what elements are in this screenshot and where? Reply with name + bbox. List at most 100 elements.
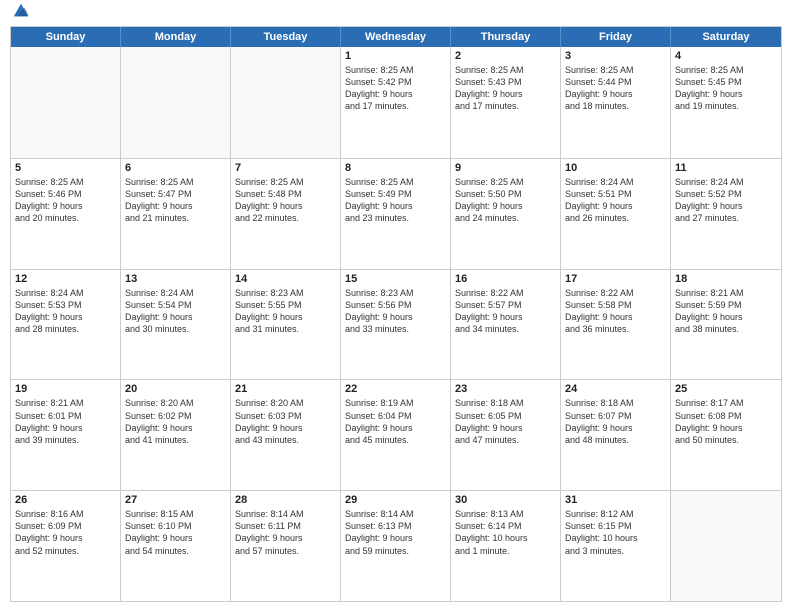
- day-cell-26: 26 Sunrise: 8:16 AM Sunset: 6:09 PM Dayli…: [11, 491, 121, 601]
- day-header-sunday: Sunday: [11, 27, 121, 47]
- day-number: 19: [15, 383, 116, 395]
- day-number: 22: [345, 383, 446, 395]
- day-number: 21: [235, 383, 336, 395]
- day-cell-4: 4 Sunrise: 8:25 AM Sunset: 5:45 PM Daylig…: [671, 47, 781, 158]
- calendar-row-1: 1 Sunrise: 8:25 AM Sunset: 5:42 PM Daylig…: [11, 47, 781, 158]
- day-cell-30: 30Sunrise: 8:13 AM Sunset: 6:14 PM Dayli…: [451, 491, 561, 601]
- day-cell-5: 5Sunrise: 8:25 AM Sunset: 5:46 PM Daylig…: [11, 159, 121, 269]
- day-number: 14: [235, 273, 336, 285]
- day-info: Sunrise: 8:23 AM Sunset: 5:55 PM Dayligh…: [235, 287, 336, 336]
- empty-cell: [671, 491, 781, 601]
- day-cell-1: 1 Sunrise: 8:25 AM Sunset: 5:42 PM Daylig…: [341, 47, 451, 158]
- day-cell-19: 19 Sunrise: 8:21 AM Sunset: 6:01 PM Dayli…: [11, 380, 121, 490]
- day-info: Sunrise: 8:25 AM Sunset: 5:42 PM Dayligh…: [345, 64, 446, 113]
- day-number: 31: [565, 494, 666, 506]
- day-info: Sunrise: 8:14 AM Sunset: 6:13 PM Dayligh…: [345, 508, 446, 557]
- day-cell-21: 21 Sunrise: 8:20 AM Sunset: 6:03 PM Dayli…: [231, 380, 341, 490]
- day-cell-31: 31Sunrise: 8:12 AM Sunset: 6:15 PM Dayli…: [561, 491, 671, 601]
- day-info: Sunrise: 8:24 AM Sunset: 5:53 PM Dayligh…: [15, 287, 116, 336]
- day-info: Sunrise: 8:23 AM Sunset: 5:56 PM Dayligh…: [345, 287, 446, 336]
- day-number: 10: [565, 162, 666, 174]
- day-number: 12: [15, 273, 116, 285]
- day-cell-25: 25Sunrise: 8:17 AM Sunset: 6:08 PM Dayli…: [671, 380, 781, 490]
- day-info: Sunrise: 8:24 AM Sunset: 5:54 PM Dayligh…: [125, 287, 226, 336]
- day-info: Sunrise: 8:21 AM Sunset: 6:01 PM Dayligh…: [15, 397, 116, 446]
- day-number: 28: [235, 494, 336, 506]
- day-info: Sunrise: 8:24 AM Sunset: 5:51 PM Dayligh…: [565, 176, 666, 225]
- day-cell-3: 3 Sunrise: 8:25 AM Sunset: 5:44 PM Daylig…: [561, 47, 671, 158]
- day-info: Sunrise: 8:25 AM Sunset: 5:49 PM Dayligh…: [345, 176, 446, 225]
- day-info: Sunrise: 8:22 AM Sunset: 5:58 PM Dayligh…: [565, 287, 666, 336]
- day-info: Sunrise: 8:18 AM Sunset: 6:07 PM Dayligh…: [565, 397, 666, 446]
- day-cell-2: 2Sunrise: 8:25 AM Sunset: 5:43 PM Daylig…: [451, 47, 561, 158]
- day-info: Sunrise: 8:16 AM Sunset: 6:09 PM Dayligh…: [15, 508, 116, 557]
- day-cell-11: 11Sunrise: 8:24 AM Sunset: 5:52 PM Dayli…: [671, 159, 781, 269]
- calendar-body: 1 Sunrise: 8:25 AM Sunset: 5:42 PM Daylig…: [11, 47, 781, 601]
- calendar-header: SundayMondayTuesdayWednesdayThursdayFrid…: [11, 27, 781, 47]
- day-number: 8: [345, 162, 446, 174]
- day-cell-6: 6 Sunrise: 8:25 AM Sunset: 5:47 PM Daylig…: [121, 159, 231, 269]
- day-info: Sunrise: 8:25 AM Sunset: 5:47 PM Dayligh…: [125, 176, 226, 225]
- day-info: Sunrise: 8:20 AM Sunset: 6:02 PM Dayligh…: [125, 397, 226, 446]
- day-cell-10: 10 Sunrise: 8:24 AM Sunset: 5:51 PM Dayli…: [561, 159, 671, 269]
- day-header-friday: Friday: [561, 27, 671, 47]
- calendar-row-5: 26 Sunrise: 8:16 AM Sunset: 6:09 PM Dayli…: [11, 490, 781, 601]
- day-cell-22: 22Sunrise: 8:19 AM Sunset: 6:04 PM Dayli…: [341, 380, 451, 490]
- day-info: Sunrise: 8:15 AM Sunset: 6:10 PM Dayligh…: [125, 508, 226, 557]
- day-number: 16: [455, 273, 556, 285]
- day-cell-24: 24 Sunrise: 8:18 AM Sunset: 6:07 PM Dayli…: [561, 380, 671, 490]
- day-cell-16: 16 Sunrise: 8:22 AM Sunset: 5:57 PM Dayli…: [451, 270, 561, 380]
- day-number: 18: [675, 273, 777, 285]
- day-info: Sunrise: 8:18 AM Sunset: 6:05 PM Dayligh…: [455, 397, 556, 446]
- day-cell-27: 27Sunrise: 8:15 AM Sunset: 6:10 PM Dayli…: [121, 491, 231, 601]
- day-info: Sunrise: 8:25 AM Sunset: 5:45 PM Dayligh…: [675, 64, 777, 113]
- day-header-wednesday: Wednesday: [341, 27, 451, 47]
- empty-cell: [121, 47, 231, 158]
- day-number: 30: [455, 494, 556, 506]
- day-cell-7: 7 Sunrise: 8:25 AM Sunset: 5:48 PM Daylig…: [231, 159, 341, 269]
- day-cell-28: 28 Sunrise: 8:14 AM Sunset: 6:11 PM Dayli…: [231, 491, 341, 601]
- day-info: Sunrise: 8:25 AM Sunset: 5:48 PM Dayligh…: [235, 176, 336, 225]
- day-number: 3: [565, 50, 666, 62]
- day-cell-23: 23Sunrise: 8:18 AM Sunset: 6:05 PM Dayli…: [451, 380, 561, 490]
- day-number: 26: [15, 494, 116, 506]
- calendar-row-3: 12 Sunrise: 8:24 AM Sunset: 5:53 PM Dayli…: [11, 269, 781, 380]
- day-number: 1: [345, 50, 446, 62]
- logo-icon: [12, 2, 30, 20]
- day-number: 13: [125, 273, 226, 285]
- page: SundayMondayTuesdayWednesdayThursdayFrid…: [0, 0, 792, 612]
- calendar: SundayMondayTuesdayWednesdayThursdayFrid…: [10, 26, 782, 602]
- day-number: 29: [345, 494, 446, 506]
- day-cell-8: 8 Sunrise: 8:25 AM Sunset: 5:49 PM Daylig…: [341, 159, 451, 269]
- day-cell-18: 18 Sunrise: 8:21 AM Sunset: 5:59 PM Dayli…: [671, 270, 781, 380]
- day-cell-29: 29 Sunrise: 8:14 AM Sunset: 6:13 PM Dayli…: [341, 491, 451, 601]
- day-number: 24: [565, 383, 666, 395]
- calendar-row-4: 19 Sunrise: 8:21 AM Sunset: 6:01 PM Dayli…: [11, 379, 781, 490]
- day-number: 15: [345, 273, 446, 285]
- day-cell-12: 12 Sunrise: 8:24 AM Sunset: 5:53 PM Dayli…: [11, 270, 121, 380]
- day-info: Sunrise: 8:17 AM Sunset: 6:08 PM Dayligh…: [675, 397, 777, 446]
- day-info: Sunrise: 8:22 AM Sunset: 5:57 PM Dayligh…: [455, 287, 556, 336]
- day-cell-15: 15 Sunrise: 8:23 AM Sunset: 5:56 PM Dayli…: [341, 270, 451, 380]
- empty-cell: [11, 47, 121, 158]
- day-info: Sunrise: 8:20 AM Sunset: 6:03 PM Dayligh…: [235, 397, 336, 446]
- day-number: 20: [125, 383, 226, 395]
- day-header-tuesday: Tuesday: [231, 27, 341, 47]
- day-number: 4: [675, 50, 777, 62]
- day-info: Sunrise: 8:24 AM Sunset: 5:52 PM Dayligh…: [675, 176, 777, 225]
- logo: [10, 10, 30, 20]
- header: [10, 10, 782, 20]
- day-info: Sunrise: 8:25 AM Sunset: 5:50 PM Dayligh…: [455, 176, 556, 225]
- day-header-thursday: Thursday: [451, 27, 561, 47]
- day-number: 2: [455, 50, 556, 62]
- day-header-monday: Monday: [121, 27, 231, 47]
- day-number: 7: [235, 162, 336, 174]
- empty-cell: [231, 47, 341, 158]
- day-cell-13: 13 Sunrise: 8:24 AM Sunset: 5:54 PM Dayli…: [121, 270, 231, 380]
- day-number: 6: [125, 162, 226, 174]
- day-info: Sunrise: 8:21 AM Sunset: 5:59 PM Dayligh…: [675, 287, 777, 336]
- day-info: Sunrise: 8:14 AM Sunset: 6:11 PM Dayligh…: [235, 508, 336, 557]
- day-cell-20: 20 Sunrise: 8:20 AM Sunset: 6:02 PM Dayli…: [121, 380, 231, 490]
- day-info: Sunrise: 8:25 AM Sunset: 5:44 PM Dayligh…: [565, 64, 666, 113]
- day-header-saturday: Saturday: [671, 27, 781, 47]
